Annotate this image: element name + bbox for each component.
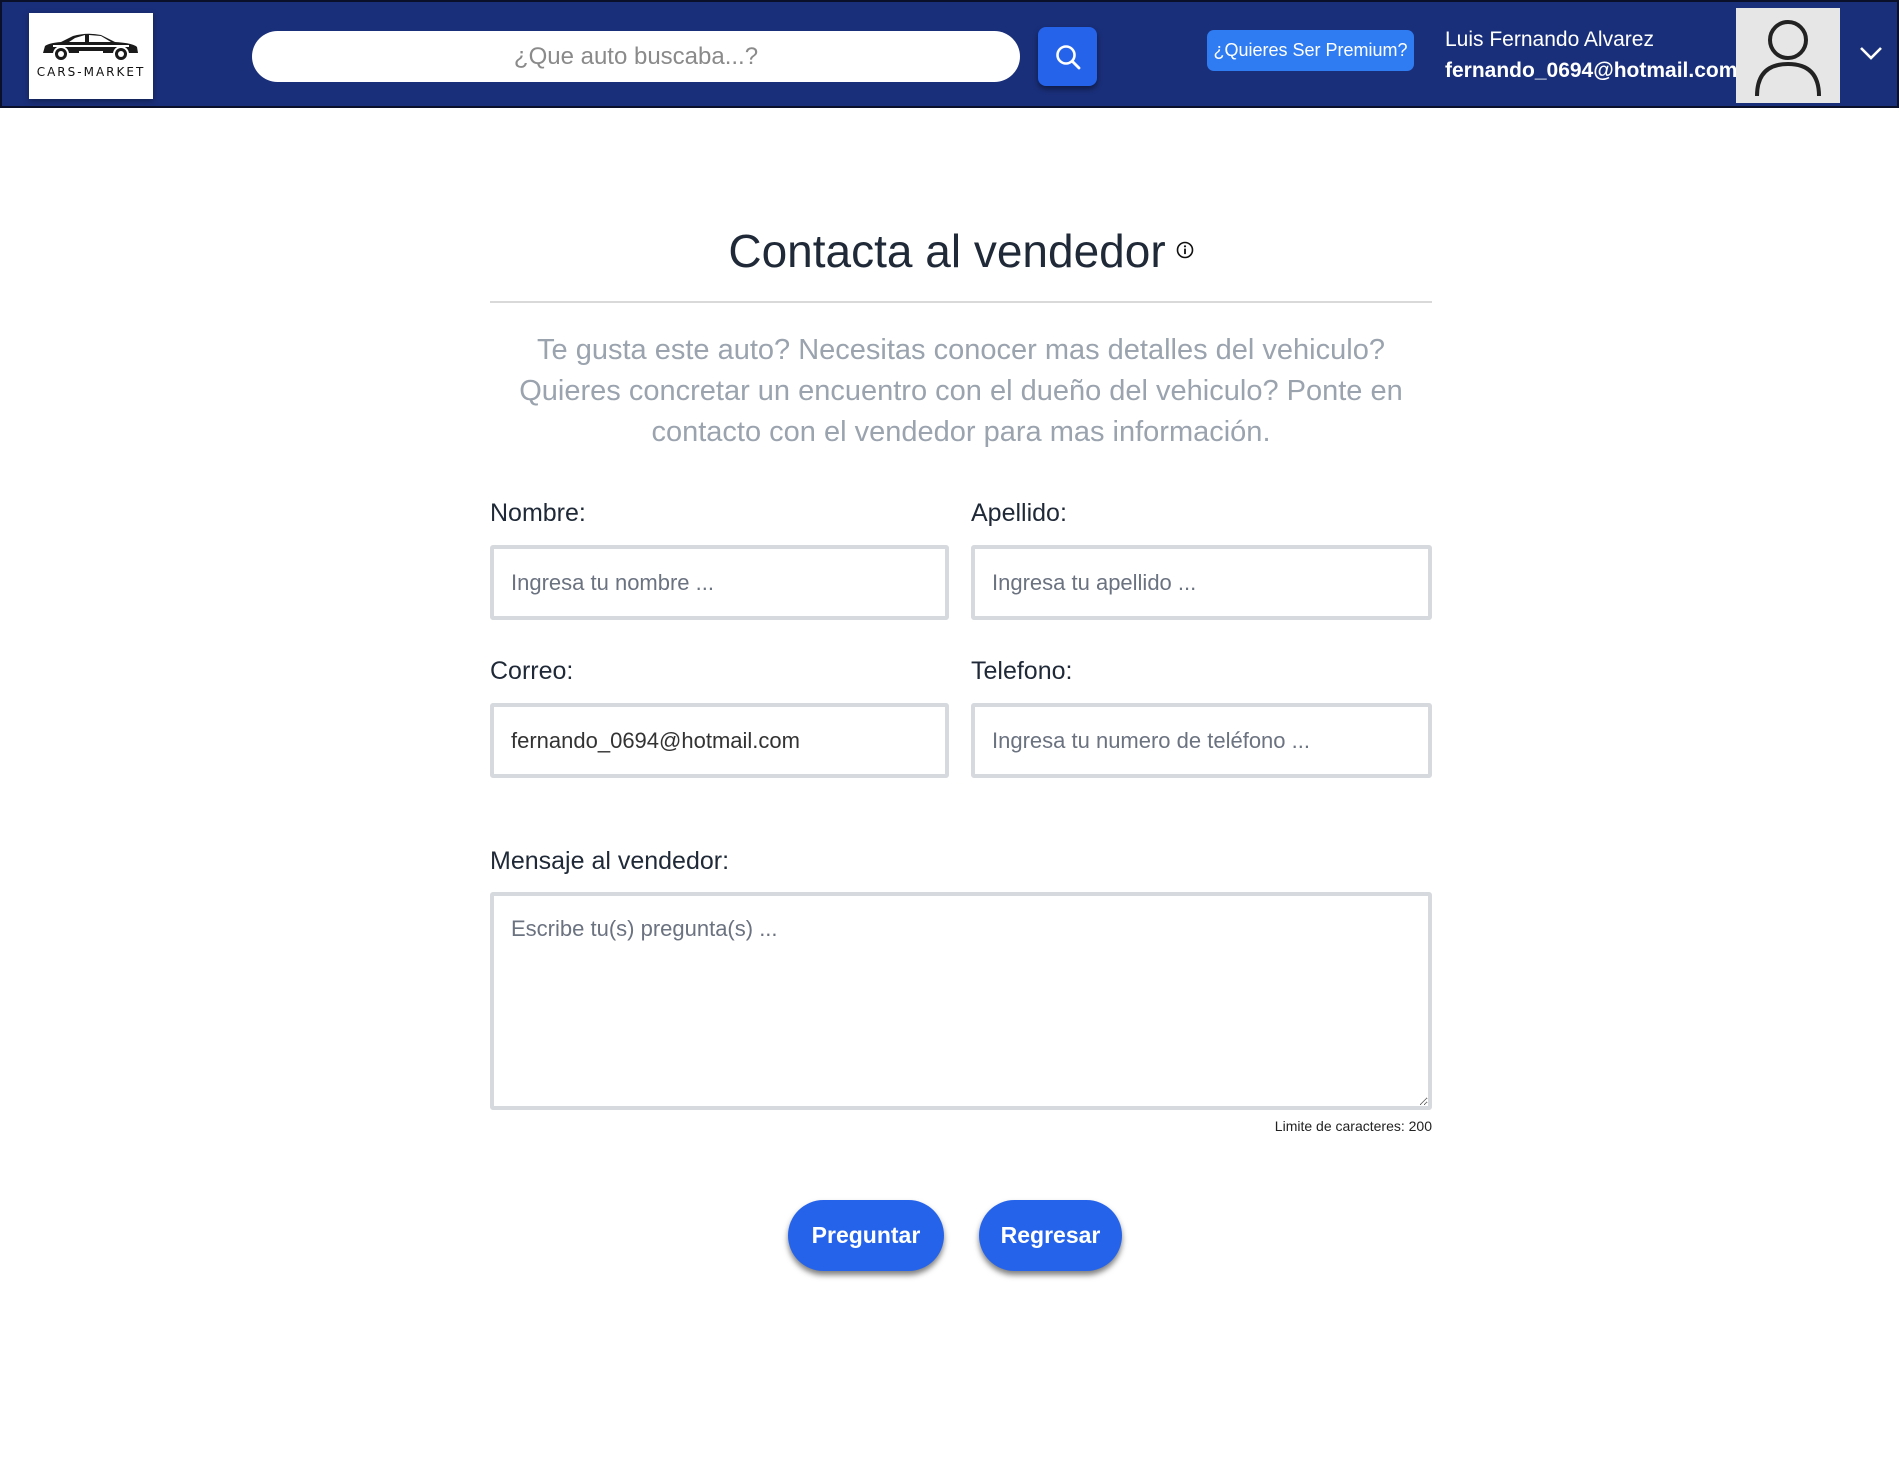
mensaje-label: Mensaje al vendedor:	[490, 847, 730, 875]
search-button[interactable]	[1038, 27, 1097, 86]
nombre-input[interactable]	[490, 545, 949, 620]
car-logo-icon	[43, 33, 138, 62]
telefono-input[interactable]	[971, 703, 1432, 778]
page-title-text: Contacta al vendedor	[728, 225, 1166, 277]
top-navbar: CARS-MARKET ¿Quieres Ser Premium? Luis F…	[0, 0, 1899, 108]
search-icon	[1055, 44, 1080, 69]
telefono-label: Telefono:	[971, 657, 1073, 685]
title-divider	[490, 301, 1432, 303]
regresar-button[interactable]: Regresar	[979, 1200, 1122, 1271]
nombre-label: Nombre:	[490, 499, 586, 527]
premium-button[interactable]: ¿Quieres Ser Premium?	[1207, 30, 1414, 71]
search-input[interactable]	[252, 31, 1020, 82]
user-name: Luis Fernando Alvarez	[1445, 28, 1654, 51]
user-avatar[interactable]	[1736, 8, 1840, 103]
user-icon	[1755, 20, 1821, 96]
preguntar-button[interactable]: Preguntar	[788, 1200, 944, 1271]
apellido-label: Apellido:	[971, 499, 1067, 527]
page-title: Contacta al vendedor	[490, 224, 1432, 282]
apellido-input[interactable]	[971, 545, 1432, 620]
logo-text: CARS-MARKET	[36, 65, 146, 79]
char-limit-note: Limite de caracteres: 200	[1274, 1118, 1432, 1134]
chevron-down-icon	[1860, 47, 1882, 60]
cars-market-logo[interactable]: CARS-MARKET	[29, 13, 153, 99]
correo-label: Correo:	[490, 657, 574, 685]
user-email: fernando_0694@hotmail.com	[1445, 59, 1738, 82]
user-menu-chevron[interactable]	[1858, 44, 1884, 67]
mensaje-textarea[interactable]	[490, 892, 1432, 1110]
correo-input[interactable]	[490, 703, 949, 778]
page-description: Te gusta este auto? Necesitas conocer ma…	[519, 334, 1403, 448]
info-icon[interactable]	[1176, 216, 1194, 270]
